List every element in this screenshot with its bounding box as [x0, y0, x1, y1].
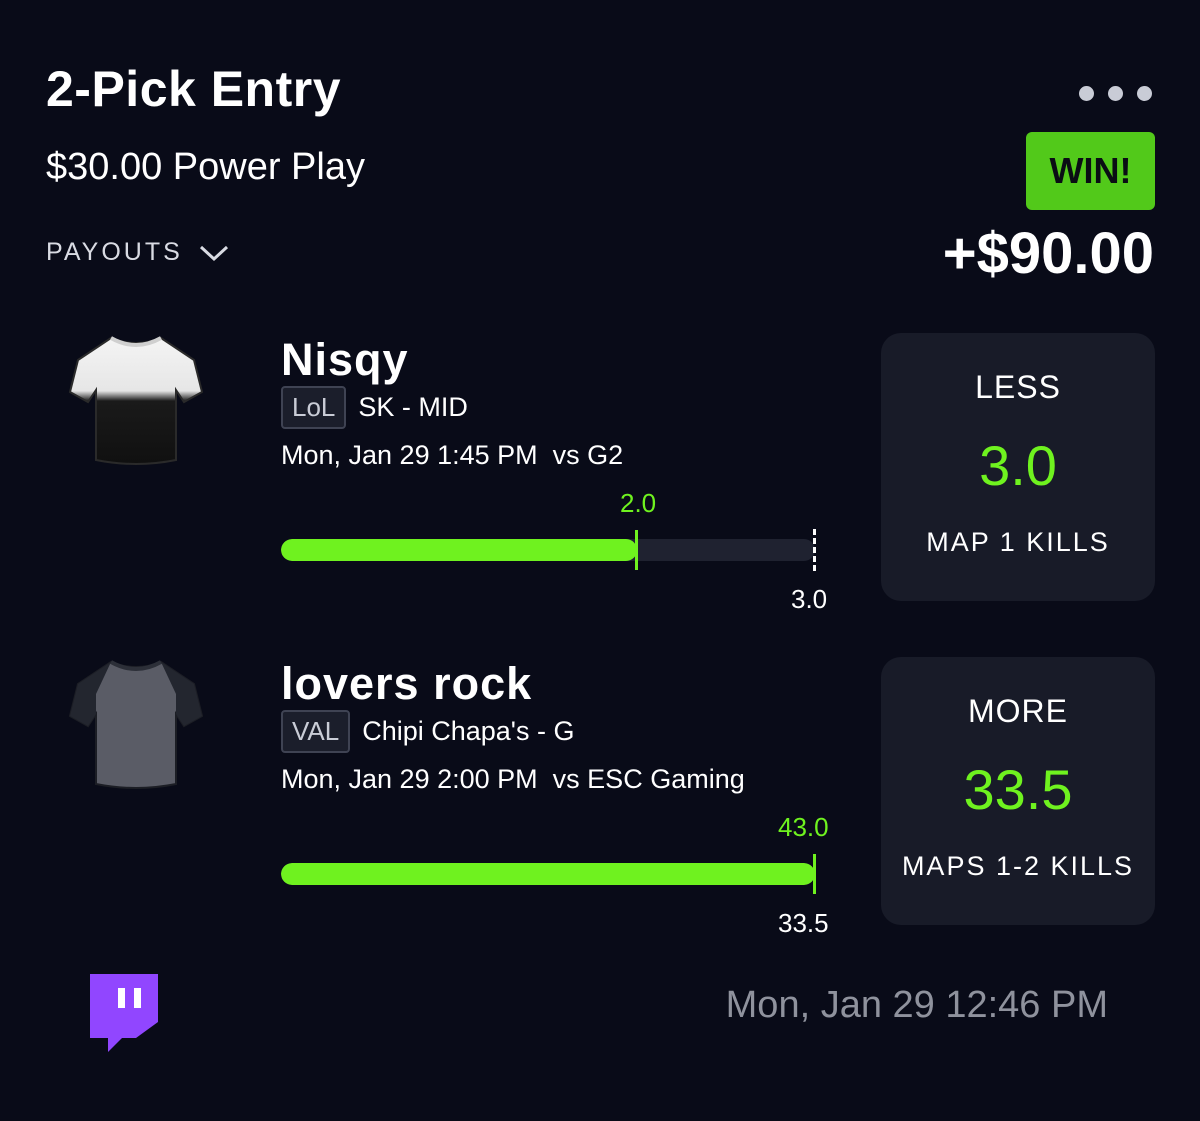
result-badge: WIN! [1026, 132, 1155, 210]
pick-stat: MAPS 1-2 KILLS [901, 851, 1135, 881]
game-info: Mon, Jan 29 1:45 PM vs G2 [281, 440, 623, 471]
game-info: Mon, Jan 29 2:00 PM vs ESC Gaming [281, 764, 745, 795]
player-jersey-icon [66, 330, 206, 475]
more-options-button[interactable] [1079, 86, 1152, 101]
progress-fill [281, 539, 638, 561]
dot-icon [1137, 86, 1152, 101]
payouts-toggle[interactable]: PAYOUTS [46, 238, 229, 267]
game-schedule: Mon, Jan 29 2:00 PM [281, 764, 538, 794]
progress-fill [281, 863, 815, 885]
line-value-label: 3.0 [791, 584, 828, 614]
game-opponent: vs ESC Gaming [552, 764, 745, 794]
player-team: SK - MID [358, 392, 468, 422]
pick-direction: LESS [975, 369, 1061, 405]
line-value-label: 33.5 [778, 908, 829, 938]
player-name: lovers rock [281, 658, 533, 709]
chevron-down-icon [199, 245, 228, 261]
line-marker [813, 529, 816, 571]
pick-card[interactable]: LESS 3.0 MAP 1 KILLS [881, 333, 1155, 601]
game-opponent: vs G2 [552, 440, 624, 470]
entry-timestamp: Mon, Jan 29 12:46 PM [725, 984, 1108, 1026]
payouts-label: PAYOUTS [46, 238, 183, 266]
payout-amount: +$90.00 [942, 221, 1154, 286]
player-team: Chipi Chapa's - G [362, 716, 575, 746]
actual-value: 2.0 [620, 488, 657, 518]
actual-marker [635, 530, 638, 570]
pick-line: 3.0 [979, 434, 1057, 497]
twitch-icon[interactable] [88, 972, 160, 1059]
pick-direction: MORE [968, 693, 1068, 729]
pick-stat: MAP 1 KILLS [926, 527, 1110, 557]
pick-card[interactable]: MORE 33.5 MAPS 1-2 KILLS [881, 657, 1155, 925]
game-badge: VAL [281, 710, 351, 753]
actual-value: 43.0 [778, 812, 829, 842]
game-schedule: Mon, Jan 29 1:45 PM [281, 440, 538, 470]
dot-icon [1079, 86, 1094, 101]
pick-line: 33.5 [963, 758, 1073, 821]
player-jersey-icon [66, 654, 206, 799]
entry-title: 2-Pick Entry [46, 61, 342, 117]
progress-bar [281, 863, 815, 885]
actual-marker [813, 854, 816, 894]
player-name: Nisqy [281, 334, 409, 385]
progress-bar [281, 539, 815, 561]
entry-subtitle: $30.00 Power Play [46, 146, 365, 188]
dot-icon [1108, 86, 1123, 101]
game-badge: LoL [281, 386, 347, 429]
